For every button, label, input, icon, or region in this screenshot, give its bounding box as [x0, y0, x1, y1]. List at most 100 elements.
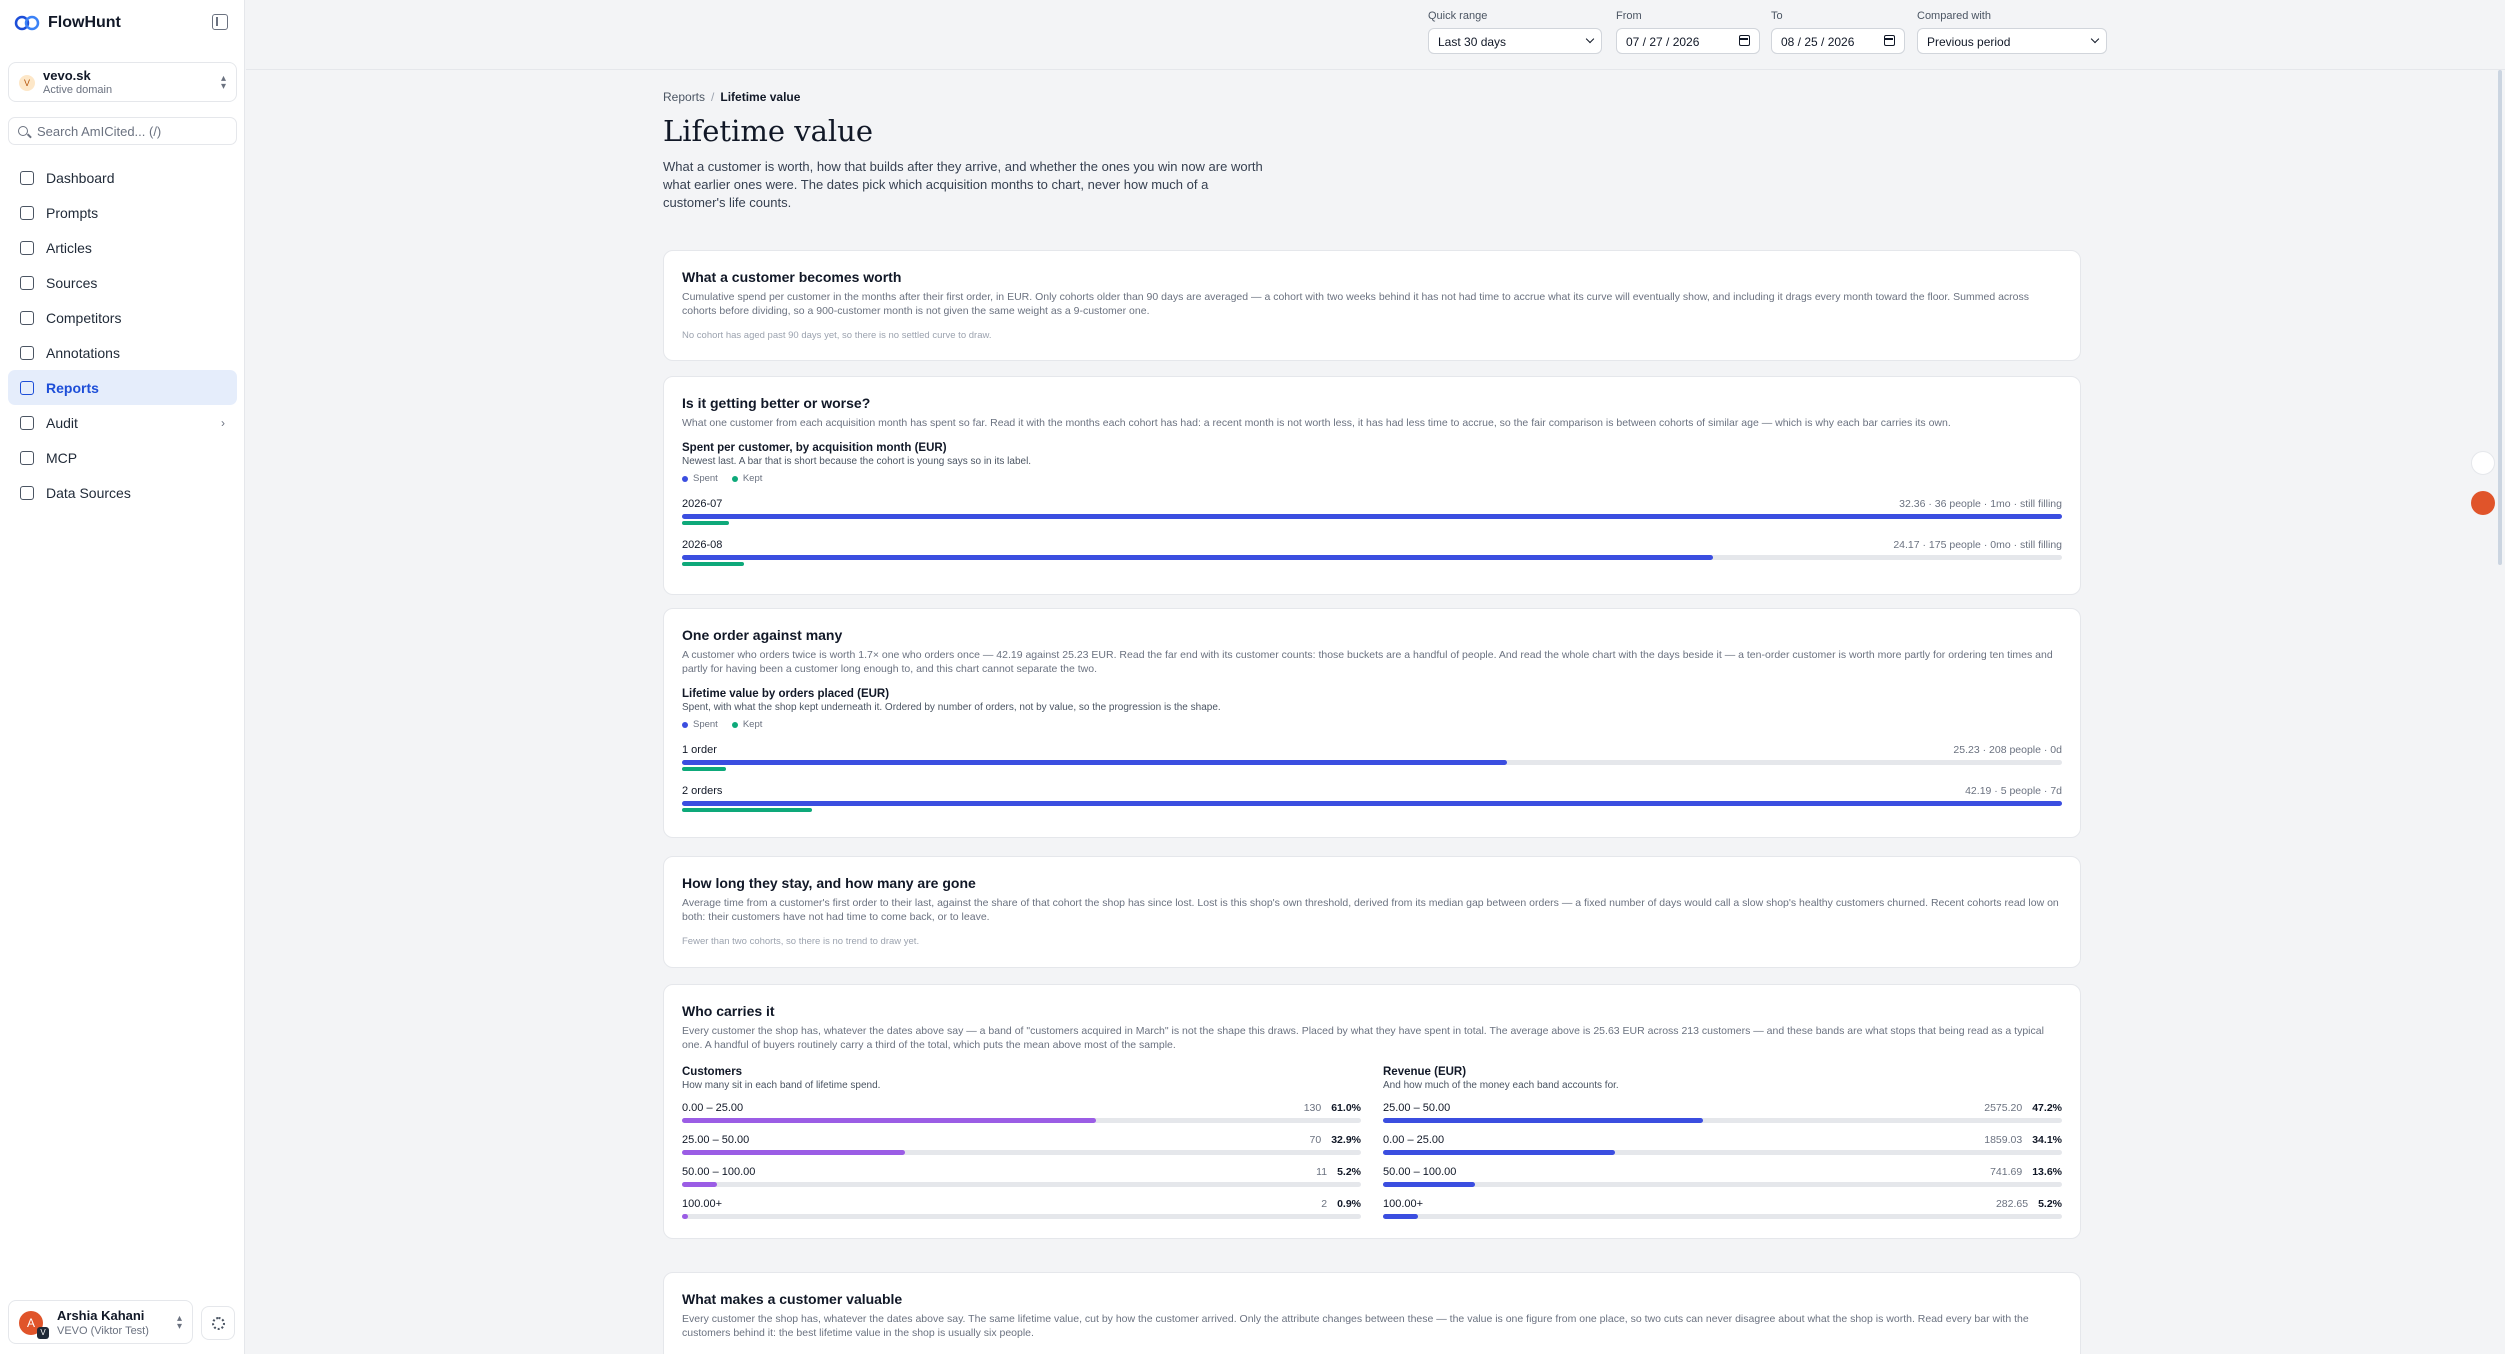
band-label: 25.00 – 50.00: [682, 1134, 750, 1146]
band-label: 25.00 – 50.00: [1383, 1102, 1451, 1114]
sidebar-item-data-sources[interactable]: Data Sources: [8, 475, 237, 510]
chart-subtitle: How many sit in each band of lifetime sp…: [682, 1080, 881, 1091]
band-bar: [1383, 1150, 1615, 1155]
band-bar: [1383, 1118, 1704, 1123]
distribution-row-header: 100.00+ 282.65 5.2%: [1383, 1198, 2062, 1210]
bar-row: 1 order 25.23 · 208 people · 0d: [682, 744, 2062, 771]
to-label: To: [1771, 10, 1783, 22]
band-track: [1383, 1118, 2062, 1123]
section-title: Is it getting better or worse?: [682, 395, 871, 411]
breadcrumb-separator: /: [711, 90, 715, 104]
legend-kept: Kept: [731, 719, 762, 730]
band-track: [682, 1214, 1361, 1219]
quick-range-value: Last 30 days: [1438, 35, 1507, 49]
calendar-icon[interactable]: [1739, 35, 1750, 46]
chart-legend: Spent Kept: [682, 473, 2062, 484]
bar-row-header: 2026-08 24.17 · 175 people · 0mo · still …: [682, 539, 2062, 551]
quick-range-select[interactable]: Last 30 days: [1428, 28, 1602, 54]
sidebar-item-competitors[interactable]: Competitors: [8, 300, 237, 335]
sidebar-collapse-icon[interactable]: [212, 14, 228, 30]
sidebar-item-annotations[interactable]: Annotations: [8, 335, 237, 370]
brand[interactable]: FlowHunt: [14, 12, 121, 34]
to-date-input[interactable]: 08 / 25 / 2026: [1771, 28, 1905, 54]
compared-select[interactable]: Previous period: [1917, 28, 2107, 54]
grid-widget-icon[interactable]: [2471, 451, 2495, 475]
band-percent: 47.2%: [2032, 1102, 2062, 1114]
audit-icon: [20, 415, 34, 430]
spent-track: [682, 760, 2062, 765]
band-values: 282.65 5.2%: [1996, 1198, 2062, 1210]
sidebar: FlowHunt V vevo.sk Active domain ▴▾ Dash…: [0, 0, 245, 1354]
kept-track: [682, 767, 2062, 771]
distribution-row: 50.00 – 100.00 11 5.2%: [682, 1166, 1361, 1187]
distribution-charts: Customers How many sit in each band of l…: [682, 1066, 2062, 1219]
kept-track: [682, 562, 2062, 566]
sidebar-item-prompts[interactable]: Prompts: [8, 195, 237, 230]
card-orders: One order against many A customer who or…: [663, 608, 2081, 838]
band-bar: [682, 1214, 689, 1219]
card-how-long-they-stay: How long they stay, and how many are gon…: [663, 856, 2081, 968]
band-values: 2 0.9%: [1321, 1198, 1361, 1210]
distribution-row-header: 100.00+ 2 0.9%: [682, 1198, 1361, 1210]
band-label: 50.00 – 100.00: [682, 1166, 756, 1178]
chevron-updown-icon: ▴ ▾: [220, 73, 226, 92]
section-description: Every customer the shop has, whatever th…: [682, 1025, 2044, 1051]
chart-legend: Spent Kept: [682, 719, 2062, 730]
band-percent: 34.1%: [2032, 1134, 2062, 1146]
domain-avatar: V: [19, 75, 35, 91]
search-box[interactable]: [8, 117, 237, 145]
breadcrumb-current: Lifetime value: [720, 90, 801, 104]
legend-spent: Spent: [682, 719, 718, 730]
bar-list: 1 order 25.23 · 208 people · 0d 2 orders 42…: [682, 744, 2062, 812]
page-scrollbar[interactable]: [2498, 70, 2502, 565]
spent-track: [682, 514, 2062, 519]
card-who-carries-it: Who carries it Every customer the shop h…: [663, 984, 2081, 1239]
sidebar-item-mcp[interactable]: MCP: [8, 440, 237, 475]
search-input[interactable]: [37, 123, 227, 140]
bar-meta: 24.17 · 175 people · 0mo · still filling: [1893, 539, 2062, 551]
sidebar-item-audit[interactable]: Audit ›: [8, 405, 237, 440]
distribution-row: 100.00+ 2 0.9%: [682, 1198, 1361, 1219]
band-percent: 13.6%: [2032, 1166, 2062, 1178]
sidebar-item-sources[interactable]: Sources: [8, 265, 237, 300]
settings-button[interactable]: [201, 1306, 235, 1340]
distribution-row-header: 0.00 – 25.00 130 61.0%: [682, 1102, 1361, 1114]
from-label: From: [1616, 10, 1642, 22]
data-sources-icon: [20, 485, 34, 500]
bar-label: 2026-08: [682, 539, 723, 551]
annotations-icon: [20, 345, 34, 360]
legend-label: Spent: [693, 473, 718, 484]
sidebar-item-reports[interactable]: Reports: [8, 370, 237, 405]
band-count: 11: [1316, 1166, 1328, 1178]
assistant-widget-icon[interactable]: [2471, 491, 2495, 515]
user-switcher[interactable]: A V Arshia Kahani VEVO (Viktor Test) ▴ ▾: [8, 1300, 193, 1344]
sidebar-item-articles[interactable]: Articles: [8, 230, 237, 265]
sidebar-item-label: Sources: [46, 274, 98, 291]
empty-state-note: Fewer than two cohorts, so there is no t…: [682, 936, 920, 947]
band-percent: 0.9%: [1337, 1198, 1361, 1210]
user-area: A V Arshia Kahani VEVO (Viktor Test) ▴ ▾: [8, 1300, 237, 1344]
chart-title: Customers: [682, 1066, 743, 1078]
reports-icon: [20, 380, 34, 395]
distribution-row-header: 0.00 – 25.00 1859.03 34.1%: [1383, 1134, 2062, 1146]
page-description: What a customer is worth, how that build…: [663, 159, 1263, 210]
section-title: What makes a customer valuable: [682, 1291, 903, 1307]
legend-spent: Spent: [682, 473, 718, 484]
breadcrumb-reports[interactable]: Reports: [663, 90, 705, 104]
kept-bar: [682, 808, 812, 812]
band-track: [1383, 1214, 2062, 1219]
distribution-row: 0.00 – 25.00 1859.03 34.1%: [1383, 1134, 2062, 1155]
sidebar-item-dashboard[interactable]: Dashboard: [8, 160, 237, 195]
from-date-input[interactable]: 07 / 27 / 2026: [1616, 28, 1760, 54]
prompts-icon: [20, 205, 34, 220]
chevron-down-icon: [1585, 34, 1595, 44]
calendar-icon[interactable]: [1884, 35, 1895, 46]
band-label: 100.00+: [1383, 1198, 1424, 1210]
band-bar: [1383, 1214, 1419, 1219]
domain-switcher[interactable]: V vevo.sk Active domain ▴ ▾: [8, 62, 237, 102]
bar-meta: 32.36 · 36 people · 1mo · still filling: [1899, 498, 2062, 510]
distribution-row-header: 25.00 – 50.00 70 32.9%: [682, 1134, 1361, 1146]
legend-label: Spent: [693, 719, 718, 730]
compared-filter: Compared with Previous period: [1917, 10, 2107, 54]
legend-dot: [731, 475, 738, 482]
